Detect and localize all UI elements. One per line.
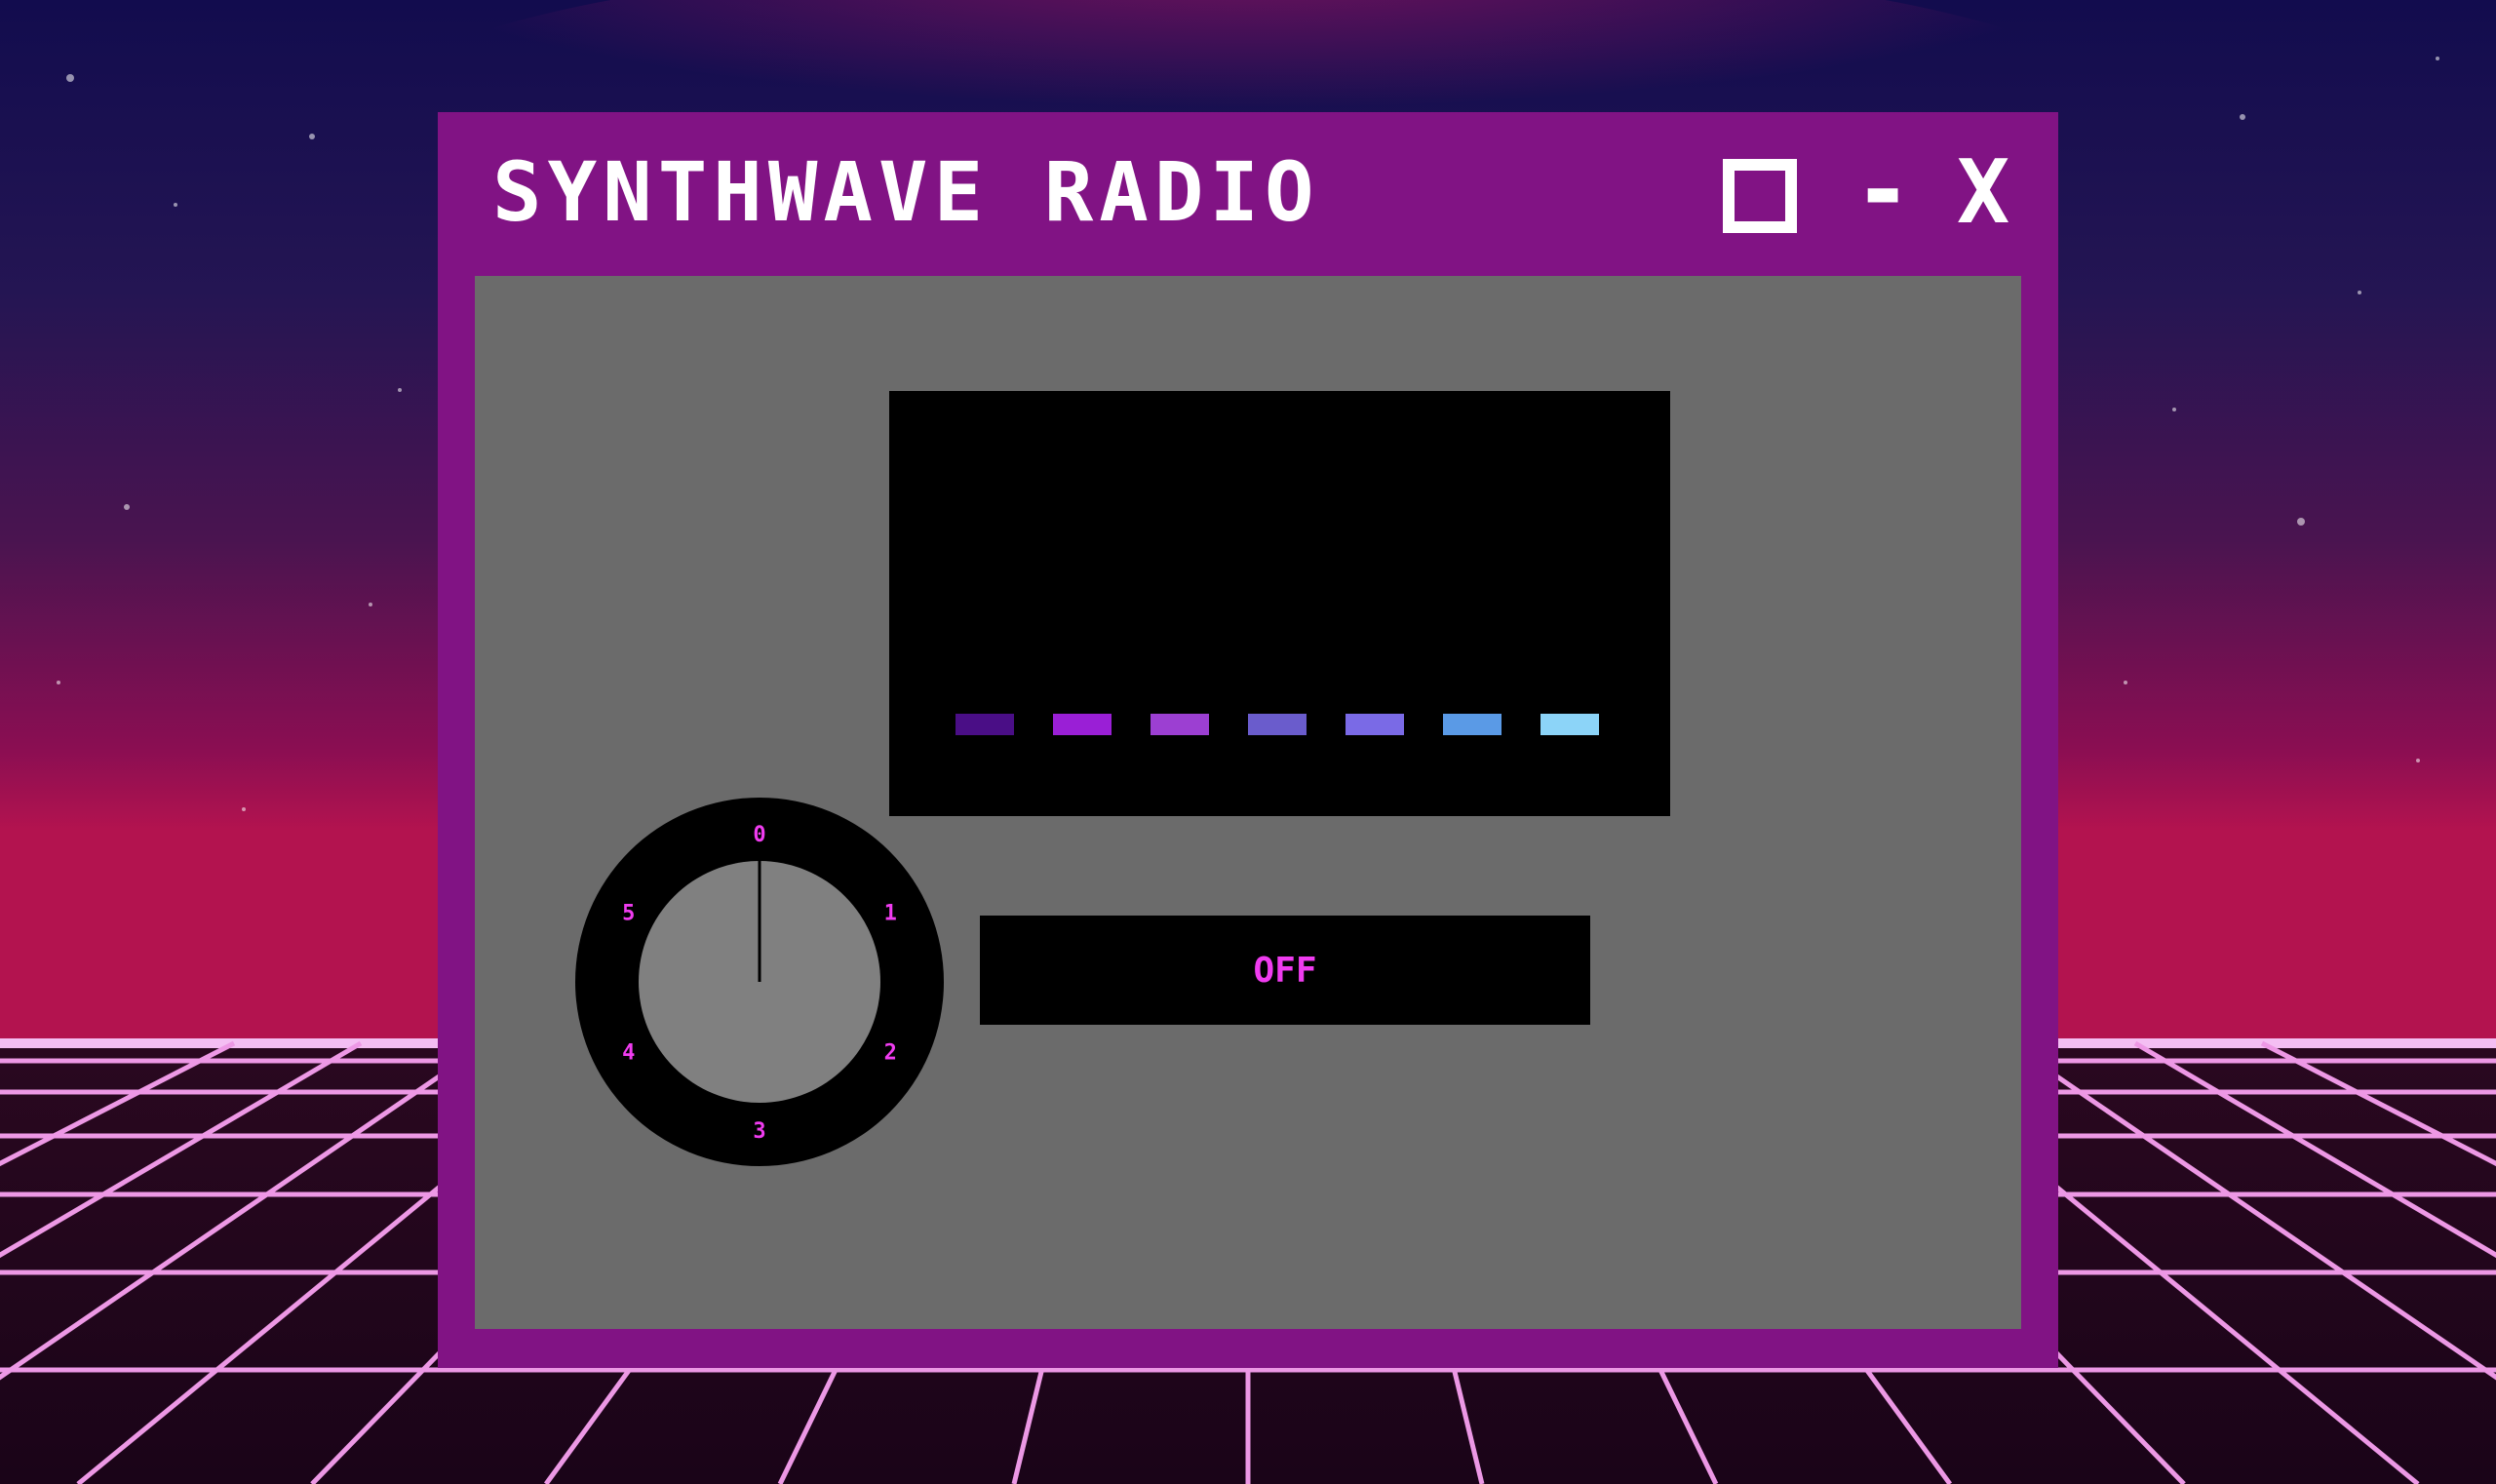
radio-window: SYNTHWAVE RADIO - X 0 1 2 3 4 5 OFF: [438, 112, 2058, 1368]
power-status-button[interactable]: OFF: [980, 916, 1590, 1025]
window-title: SYNTHWAVE RADIO: [492, 144, 1320, 240]
level-bar-3: [1150, 714, 1209, 735]
minimize-button[interactable]: -: [1853, 141, 1912, 239]
dial-label-5: 5: [622, 902, 635, 926]
dial-label-2: 2: [884, 1040, 897, 1065]
close-button[interactable]: X: [1957, 149, 2009, 237]
level-bar-2: [1053, 714, 1112, 735]
level-bar-1: [956, 714, 1014, 735]
dial-label-3: 3: [753, 1119, 765, 1144]
display-screen: [889, 391, 1670, 816]
level-bar-7: [1540, 714, 1599, 735]
tuner-dial[interactable]: 0 1 2 3 4 5: [575, 798, 944, 1166]
level-bar-5: [1346, 714, 1404, 735]
dial-label-0: 0: [753, 823, 765, 847]
dial-label-4: 4: [622, 1040, 635, 1065]
dial-label-1: 1: [884, 902, 897, 926]
level-bar-4: [1248, 714, 1306, 735]
level-bar-6: [1443, 714, 1502, 735]
radio-panel: 0 1 2 3 4 5 OFF: [475, 276, 2021, 1329]
maximize-icon[interactable]: [1723, 159, 1797, 233]
